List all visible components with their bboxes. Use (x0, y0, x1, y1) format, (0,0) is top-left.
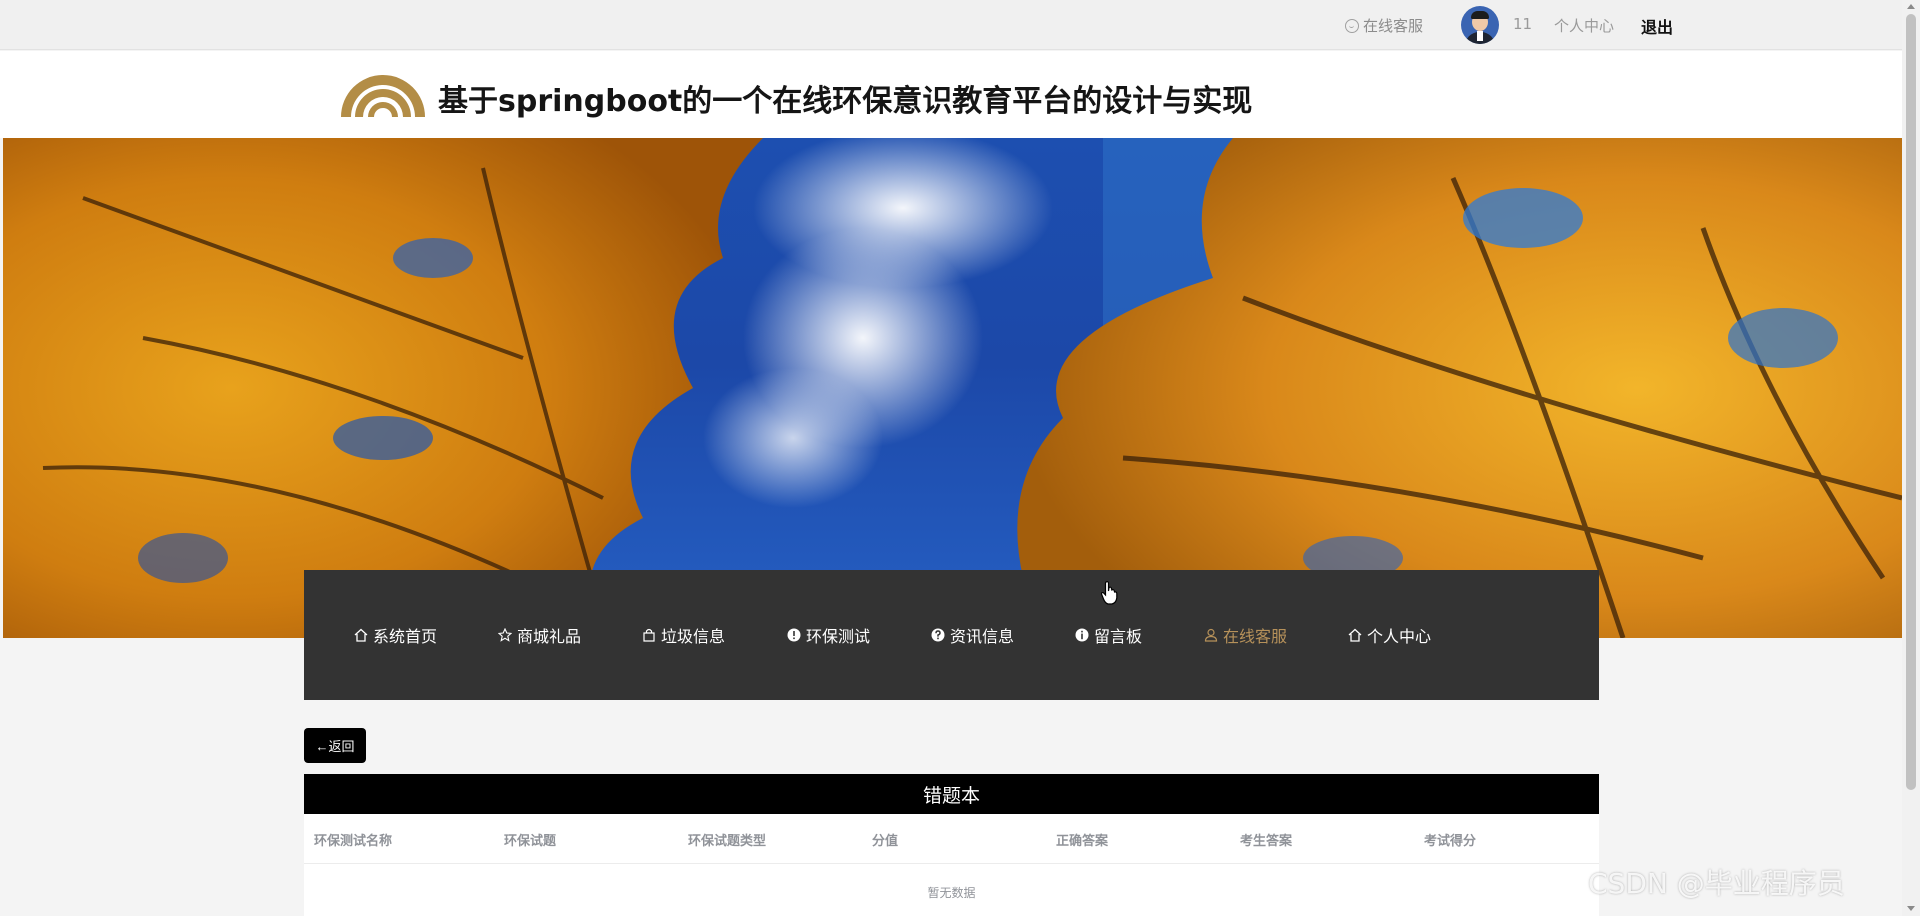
nav-item-label: 资讯信息 (950, 627, 1015, 646)
column-header[interactable]: 考试得分 (1424, 830, 1476, 849)
watermark: CSDN @毕业程序员 (1588, 867, 1845, 900)
nav-item-label: 商城礼品 (517, 627, 582, 646)
bag-icon (643, 628, 655, 642)
hand-cursor-icon (1100, 581, 1118, 605)
scroll-down-arrow-icon[interactable] (1907, 906, 1915, 911)
back-button[interactable]: ←返回 (304, 728, 366, 763)
home-icon (354, 628, 368, 642)
nav-item-label: 环保测试 (806, 627, 871, 646)
home-icon (1348, 628, 1362, 642)
column-header[interactable]: 分值 (872, 830, 898, 849)
site-logo (341, 75, 425, 117)
exclamation-icon (787, 628, 801, 642)
hero-banner (3, 138, 1902, 638)
column-header[interactable]: 环保试题 (504, 830, 556, 849)
online-service-link[interactable]: 在线客服 (1345, 15, 1423, 36)
nav-item-label: 留言板 (1094, 627, 1143, 646)
avatar[interactable] (1461, 6, 1499, 44)
column-header[interactable]: 正确答案 (1056, 830, 1108, 849)
star-icon (498, 628, 512, 642)
user-center-link[interactable]: 个人中心 (1554, 15, 1614, 36)
nav-item-online-service[interactable]: 在线客服 (1204, 625, 1288, 646)
info-icon (1075, 628, 1089, 642)
nav-item-label: 系统首页 (373, 627, 438, 646)
wrong-answer-table: 环保测试名称 环保试题 环保试题类型 分值 正确答案 考生答案 考试得分 暂无数… (304, 814, 1599, 916)
username: 11 (1513, 15, 1533, 33)
nav-item-home[interactable]: 系统首页 (354, 625, 438, 646)
page-title: 基于springboot的一个在线环保意识教育平台的设计与实现 (438, 84, 1253, 119)
page-scrollbar[interactable] (1902, 0, 1920, 916)
table-header: 环保测试名称 环保试题 环保试题类型 分值 正确答案 考生答案 考试得分 (304, 814, 1599, 864)
column-header[interactable]: 考生答案 (1240, 830, 1292, 849)
nav-item-gift-mall[interactable]: 商城礼品 (498, 625, 582, 646)
column-header[interactable]: 环保试题类型 (688, 830, 766, 849)
main-nav: 系统首页 商城礼品 垃圾信息 环保测试 资讯信息 留言板 在线客服 个人中心 (304, 570, 1599, 700)
nav-item-user-center[interactable]: 个人中心 (1348, 625, 1432, 646)
top-utility-bar: 在线客服 11 个人中心 退出 (0, 0, 1902, 50)
nav-item-eco-test[interactable]: 环保测试 (787, 625, 871, 646)
question-icon (931, 628, 945, 642)
nav-item-garbage-info[interactable]: 垃圾信息 (642, 625, 726, 646)
nav-item-message-board[interactable]: 留言板 (1075, 625, 1143, 646)
scroll-thumb[interactable] (1906, 14, 1916, 790)
logout-link[interactable]: 退出 (1641, 14, 1673, 38)
smile-icon (1345, 18, 1359, 33)
nav-item-label: 垃圾信息 (661, 627, 726, 646)
nav-item-label: 在线客服 (1223, 627, 1288, 646)
site-header: 基于springboot的一个在线环保意识教育平台的设计与实现 (0, 51, 1902, 138)
empty-data-text: 暂无数据 (927, 886, 976, 900)
nav-item-news[interactable]: 资讯信息 (931, 625, 1015, 646)
user-icon (1204, 628, 1218, 642)
online-service-label: 在线客服 (1363, 17, 1424, 35)
scroll-up-arrow-icon[interactable] (1907, 4, 1915, 9)
nav-item-label: 个人中心 (1367, 627, 1432, 646)
column-header[interactable]: 环保测试名称 (314, 830, 392, 849)
wrong-answer-book-title: 错题本 (304, 774, 1599, 814)
